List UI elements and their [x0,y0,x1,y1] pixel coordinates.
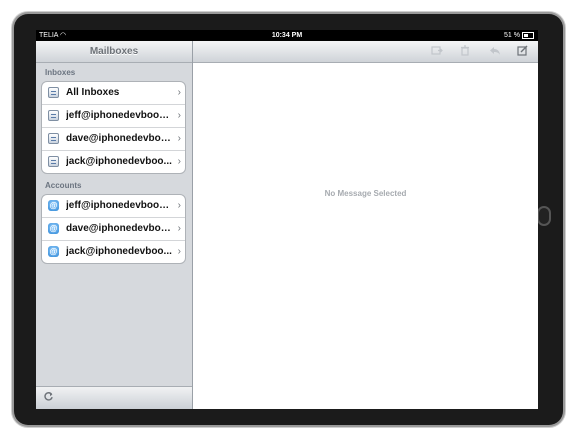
mailbox-label: dave@iphonedevboo... [66,133,173,144]
battery-status: 51 % [504,30,534,41]
battery-icon [522,31,534,39]
chevron-right-icon: › [177,87,181,98]
inbox-icon [48,87,59,98]
status-bar: TELIA ◠ 10:34 PM 51 % [36,30,538,41]
mailboxes-sidebar: Mailboxes Inboxes All Inboxes › jeff@iph… [36,41,193,409]
reply-icon[interactable] [489,45,501,60]
chevron-right-icon: › [177,156,181,167]
chevron-right-icon: › [177,110,181,121]
account-icon: @ [48,200,59,211]
detail-toolbar [193,41,538,63]
inboxes-list: All Inboxes › jeff@iphonedevbook.... › d… [41,81,186,174]
move-folder-icon[interactable] [431,45,443,60]
mailbox-row-all-inboxes[interactable]: All Inboxes › [42,82,185,105]
home-button[interactable] [537,206,551,226]
accounts-list: @ jeff@iphonedevbook.... › @ dave@iphone… [41,194,186,264]
refresh-icon[interactable] [43,391,54,405]
message-detail-pane: No Message Selected [193,41,538,409]
mailbox-row-dave-inbox[interactable]: dave@iphonedevboo... › [42,128,185,151]
accounts-section-label: Accounts [45,181,82,190]
screen: TELIA ◠ 10:34 PM 51 % Mailboxes Inboxes … [36,30,538,409]
mailbox-row-jeff-inbox[interactable]: jeff@iphonedevbook.... › [42,105,185,128]
compose-icon[interactable] [517,45,528,60]
trash-icon[interactable] [460,45,470,60]
account-icon: @ [48,246,59,257]
account-icon: @ [48,223,59,234]
sidebar-toolbar [36,386,192,409]
account-label: jeff@iphonedevbook.... [66,200,173,211]
empty-state-message: No Message Selected [324,189,407,198]
chevron-right-icon: › [177,200,181,211]
chevron-right-icon: › [177,223,181,234]
mailbox-row-jack-inbox[interactable]: jack@iphonedevboo... › [42,151,185,173]
inboxes-section-label: Inboxes [45,68,76,77]
battery-percent: 51 % [504,32,520,39]
account-label: jack@iphonedevboo... [66,246,172,257]
account-row-jack[interactable]: @ jack@iphonedevboo... › [42,241,185,263]
account-row-jeff[interactable]: @ jeff@iphonedevbook.... › [42,195,185,218]
inbox-icon [48,133,59,144]
inbox-icon [48,110,59,121]
clock: 10:34 PM [271,32,303,39]
mailbox-label: jeff@iphonedevbook.... [66,110,173,121]
account-label: dave@iphonedevboo... [66,223,173,234]
chevron-right-icon: › [177,133,181,144]
mailbox-label: All Inboxes [66,87,120,98]
inbox-icon [48,156,59,167]
sidebar-title: Mailboxes [36,41,192,63]
mailbox-label: jack@iphonedevboo... [66,156,172,167]
account-row-dave[interactable]: @ dave@iphonedevboo... › [42,218,185,241]
chevron-right-icon: › [177,246,181,257]
